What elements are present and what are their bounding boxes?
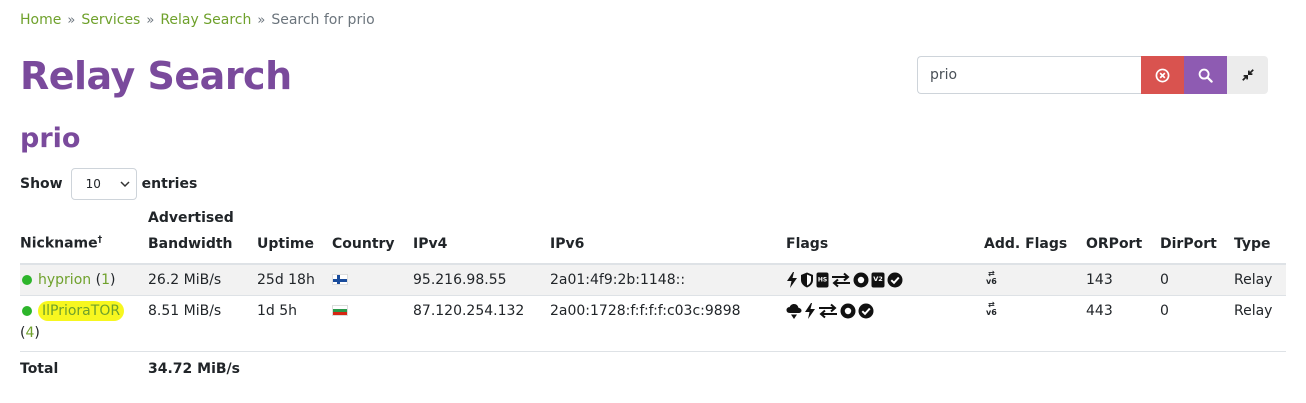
chevron-down-icon <box>120 181 130 188</box>
breadcrumb-current: Search for prio <box>271 12 375 28</box>
table-row: IlPrioraTOR (4) 8.51 MiB/s 1d 5h 87.120.… <box>20 294 1286 351</box>
header-dirport[interactable]: DirPort <box>1160 205 1234 265</box>
header-ipv6[interactable]: IPv6 <box>550 205 786 265</box>
valid-icon[interactable] <box>887 272 903 288</box>
header-uptime[interactable]: Uptime <box>257 205 332 265</box>
breadcrumb-relay-search-link[interactable]: Relay Search <box>160 12 251 28</box>
entries-label: entries <box>141 176 198 192</box>
hsdir-icon[interactable]: HS <box>816 272 829 288</box>
search-icon <box>1198 68 1213 83</box>
ipv4-cell: 87.120.254.132 <box>413 294 550 351</box>
stable-icon[interactable] <box>831 272 851 288</box>
entries-length-control: Show 10 entries <box>20 168 197 200</box>
header-add-flags[interactable]: Add. Flags <box>984 205 1086 265</box>
ipv6-cell: 2a00:1728:f:f:f:f:c03c:9898 <box>550 294 786 351</box>
ipv4-cell: 95.216.98.55 <box>413 263 550 295</box>
total-bandwidth: 34.72 MiB/s <box>148 350 257 380</box>
total-label: Total <box>20 350 148 380</box>
family-count-link[interactable]: 1 <box>101 272 110 288</box>
header-type[interactable]: Type <box>1234 205 1286 265</box>
country-cell <box>332 294 413 351</box>
dirport-cell: 0 <box>1160 294 1234 351</box>
running-icon[interactable] <box>853 272 869 288</box>
breadcrumb-home-link[interactable]: Home <box>20 12 61 28</box>
header-ipv4[interactable]: IPv4 <box>413 205 550 265</box>
nickname-cell: IlPrioraTOR (4) <box>20 294 148 351</box>
header-country[interactable]: Country <box>332 205 413 265</box>
v2dir-icon[interactable]: V2 <box>871 272 885 288</box>
stable-icon[interactable] <box>818 303 838 319</box>
page-title: Relay Search <box>20 54 292 98</box>
nickname-link[interactable]: IlPrioraTOR <box>42 303 120 319</box>
nickname-cell: hyprion (1) <box>20 263 148 295</box>
header-flags[interactable]: Flags <box>786 205 984 265</box>
breadcrumb-separator: » <box>67 12 76 28</box>
add-flags-cell: ⇄ v6 <box>984 263 1086 295</box>
orport-cell: 143 <box>1086 263 1160 295</box>
header-orport[interactable]: ORPort <box>1086 205 1160 265</box>
search-input[interactable] <box>917 56 1141 94</box>
bulgaria-flag-icon[interactable] <box>332 304 348 316</box>
fast-icon[interactable] <box>804 302 816 319</box>
entries-select[interactable]: 10 <box>70 168 137 200</box>
search-button[interactable] <box>1184 56 1227 94</box>
add-flags-cell: ⇄ v6 <box>984 294 1086 351</box>
clear-circle-icon <box>1155 68 1170 82</box>
reachable-ipv6-icon[interactable]: ⇄ v6 <box>986 300 997 317</box>
type-cell: Relay <box>1234 294 1286 351</box>
nickname-highlight: IlPrioraTOR <box>38 300 125 321</box>
dirport-cell: 0 <box>1160 263 1234 295</box>
breadcrumb-separator: » <box>257 12 266 28</box>
fast-icon[interactable] <box>786 272 798 288</box>
country-cell <box>332 263 413 295</box>
clear-search-button[interactable] <box>1141 56 1184 94</box>
show-label: Show <box>20 176 63 192</box>
exit-icon[interactable] <box>786 303 802 319</box>
breadcrumb: Home » Services » Relay Search » Search … <box>20 12 375 28</box>
type-cell: Relay <box>1234 263 1286 295</box>
bandwidth-cell: 26.2 MiB/s <box>148 263 257 295</box>
running-icon[interactable] <box>840 303 856 319</box>
uptime-cell: 25d 18h <box>257 263 332 295</box>
nickname-link[interactable]: hyprion <box>38 272 91 288</box>
total-row: Total 34.72 MiB/s <box>20 350 1286 380</box>
uptime-cell: 1d 5h <box>257 294 332 351</box>
entries-select-value: 10 <box>85 177 101 191</box>
compress-icon <box>1241 69 1254 81</box>
header-nickname[interactable]: Nickname† <box>20 205 148 265</box>
relay-table: Nickname† Advertised Bandwidth Uptime Cou… <box>20 205 1286 380</box>
flags-cell: HS V2 <box>786 263 984 295</box>
search-group <box>917 56 1268 94</box>
running-status-dot <box>22 305 32 316</box>
flags-cell <box>786 294 984 351</box>
total-row-filler <box>257 350 1286 380</box>
bandwidth-cell: 8.51 MiB/s <box>148 294 257 351</box>
table-header-row: Nickname† Advertised Bandwidth Uptime Cou… <box>20 205 1286 265</box>
family-count: (1) <box>95 272 116 288</box>
compress-button[interactable] <box>1227 56 1268 94</box>
breadcrumb-separator: » <box>146 12 155 28</box>
finland-flag-icon[interactable] <box>332 274 348 285</box>
table-row: hyprion (1) 26.2 MiB/s 25d 18h 95.216.98… <box>20 263 1286 295</box>
svg-text:HS: HS <box>818 277 827 284</box>
breadcrumb-services-link[interactable]: Services <box>81 12 140 28</box>
header-bandwidth[interactable]: Advertised Bandwidth <box>148 205 257 265</box>
guard-icon[interactable] <box>800 272 814 288</box>
reachable-ipv6-icon[interactable]: ⇄ v6 <box>986 270 997 286</box>
orport-cell: 443 <box>1086 294 1160 351</box>
ipv6-cell: 2a01:4f9:2b:1148:: <box>550 263 786 295</box>
query-title: prio <box>20 123 81 154</box>
family-count: (4) <box>20 324 40 341</box>
svg-text:V2: V2 <box>873 275 883 283</box>
running-status-dot <box>22 275 32 285</box>
valid-icon[interactable] <box>858 303 874 319</box>
